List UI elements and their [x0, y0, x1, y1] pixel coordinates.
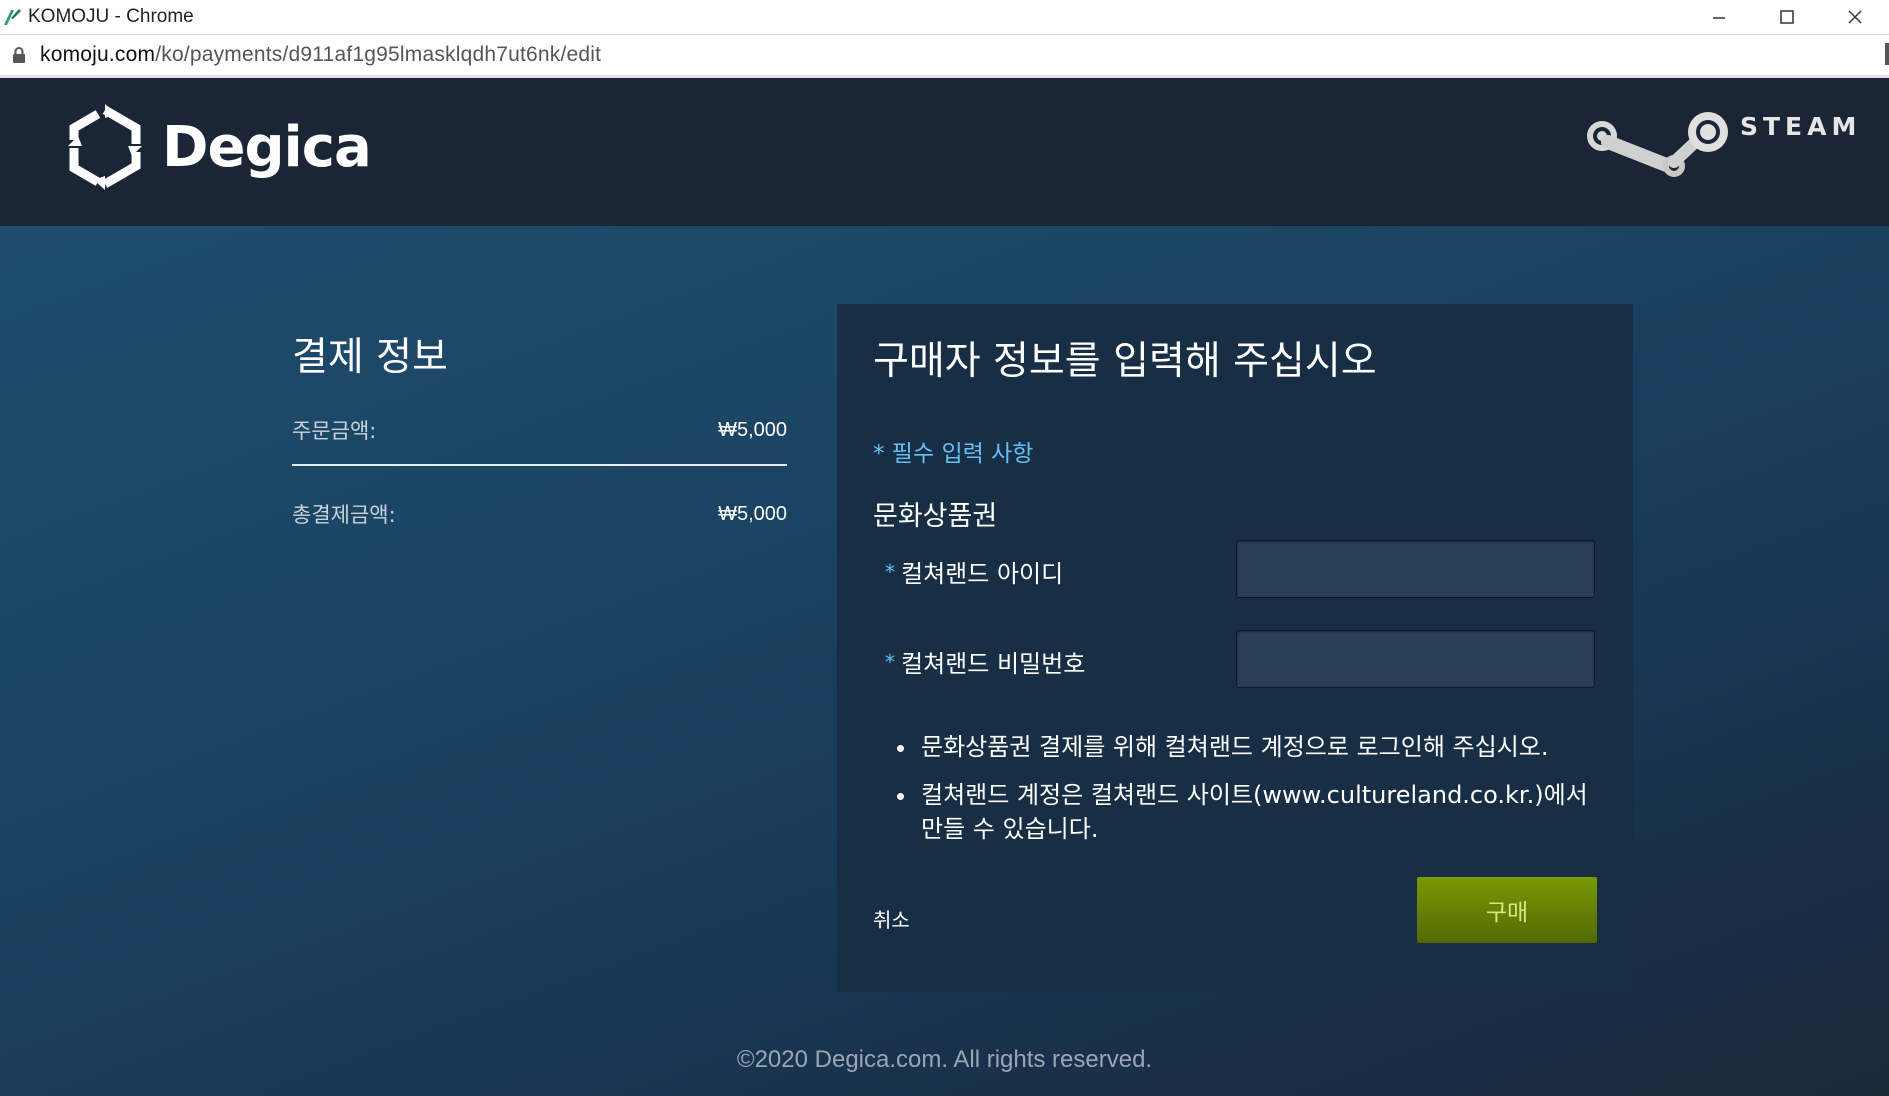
degica-logo-icon — [68, 104, 142, 190]
maximize-button[interactable] — [1753, 0, 1821, 34]
window-controls — [1685, 0, 1889, 34]
maximize-icon — [1780, 10, 1794, 24]
steam-logo-icon — [1587, 112, 1728, 177]
order-amount-label: 주문금액: — [292, 419, 377, 443]
required-star: * — [885, 560, 895, 584]
payment-method-title: 문화상품권 — [873, 501, 998, 532]
buy-button[interactable]: 구매 — [1417, 877, 1597, 943]
cancel-link[interactable]: 취소 — [873, 904, 910, 933]
steam-logo[interactable]: STEAM — [1586, 106, 1861, 178]
degica-logo[interactable]: Degica — [62, 102, 372, 192]
lock-icon — [13, 47, 25, 63]
minimize-icon — [1713, 17, 1725, 19]
close-window-button[interactable] — [1821, 0, 1889, 34]
divider — [292, 464, 787, 466]
buyer-info-panel: 구매자 정보를 입력해 주십시오 * 필수 입력 사항 문화상품권 * 컬쳐랜드 … — [837, 304, 1633, 992]
payment-info: 결제 정보 주문금액: ₩5,000 총결제금액: ₩5,000 — [292, 326, 787, 536]
instruction-item: 문화상품권 결제를 위해 컬쳐랜드 계정으로 로그인해 주십시오. — [897, 730, 1607, 764]
footer-copyright: ©2020 Degica.com. All rights reserved. — [736, 1046, 1153, 1073]
form-title: 구매자 정보를 입력해 주십시오 — [873, 339, 1377, 384]
cultureland-password-label-text: 컬쳐랜드 비밀번호 — [901, 650, 1086, 678]
address-bar[interactable]: komoju.com/ko/payments/d911af1g95lmasklq… — [0, 35, 1889, 78]
cultureland-password-label: * 컬쳐랜드 비밀번호 — [885, 644, 1085, 679]
total-amount-value: ₩5,000 — [718, 502, 787, 525]
site-header: Degica STEAM — [0, 78, 1889, 226]
degica-logo-text: Degica — [162, 114, 372, 180]
payment-info-title: 결제 정보 — [292, 335, 448, 380]
minimize-button[interactable] — [1685, 0, 1753, 34]
url-path: /ko/payments/d911af1g95lmasklqdh7ut6nk/e… — [155, 43, 602, 66]
steam-logo-text: STEAM — [1740, 112, 1862, 141]
cultureland-id-input[interactable] — [1236, 540, 1595, 598]
url-text[interactable]: komoju.com/ko/payments/d911af1g95lmasklq… — [40, 43, 601, 67]
cultureland-id-label-text: 컬쳐랜드 아이디 — [901, 560, 1064, 588]
total-amount-row: 총결제금액: ₩5,000 — [292, 492, 787, 536]
komoju-app-icon — [4, 9, 21, 25]
required-star: * — [885, 650, 895, 674]
required-note: * 필수 입력 사항 — [873, 441, 1034, 467]
instruction-item: 컬쳐랜드 계정은 컬쳐랜드 사이트(www.cultureland.co.kr.… — [897, 778, 1607, 846]
cultureland-password-input[interactable] — [1236, 630, 1595, 688]
main-content: 결제 정보 주문금액: ₩5,000 총결제금액: ₩5,000 구매자 정보를… — [0, 226, 1889, 1096]
url-host: komoju.com — [40, 43, 156, 66]
total-amount-label: 총결제금액: — [292, 503, 396, 527]
cultureland-id-label: * 컬쳐랜드 아이디 — [885, 554, 1063, 589]
order-amount-row: 주문금액: ₩5,000 — [292, 408, 787, 452]
close-icon — [1848, 10, 1862, 24]
order-amount-value: ₩5,000 — [718, 418, 787, 441]
instruction-list: 문화상품권 결제를 위해 컬쳐랜드 계정으로 로그인해 주십시오. 컬쳐랜드 계… — [897, 730, 1607, 860]
extension-icon[interactable] — [1885, 43, 1889, 65]
window-title: KOMOJU - Chrome — [28, 6, 194, 27]
browser-title-bar: KOMOJU - Chrome — [0, 0, 1889, 35]
